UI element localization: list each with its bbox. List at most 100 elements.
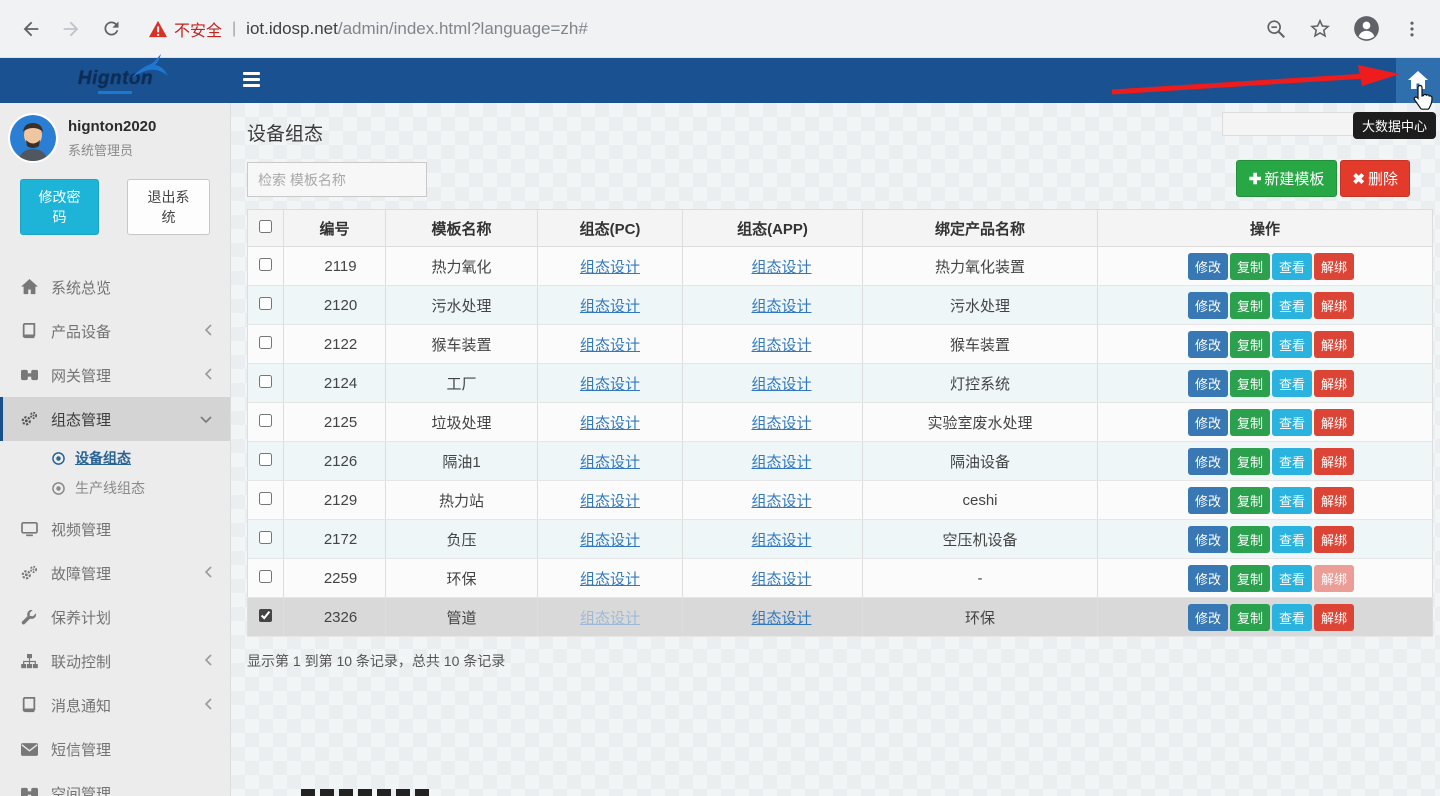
unbind-button[interactable]: 解绑 xyxy=(1314,292,1354,319)
sidebar-subitem-device-configuration[interactable]: 设备组态 xyxy=(0,443,230,473)
sidebar-item-maintenance-plan[interactable]: 保养计划 xyxy=(0,595,230,639)
row-checkbox[interactable] xyxy=(259,570,272,583)
sidebar-item-fault-management[interactable]: 故障管理 xyxy=(0,551,230,595)
edit-button[interactable]: 修改 xyxy=(1188,604,1228,631)
sidebar-item-gateway-management[interactable]: 网关管理 xyxy=(0,353,230,397)
view-button[interactable]: 查看 xyxy=(1272,448,1312,475)
pc-design-link[interactable]: 组态设计 xyxy=(580,571,640,588)
view-button[interactable]: 查看 xyxy=(1272,526,1312,553)
edit-button[interactable]: 修改 xyxy=(1188,526,1228,553)
copy-button[interactable]: 复制 xyxy=(1230,331,1270,358)
pc-design-link[interactable]: 组态设计 xyxy=(580,415,640,432)
app-design-link[interactable]: 组态设计 xyxy=(751,337,811,354)
reload-button[interactable] xyxy=(94,12,128,46)
unbind-button[interactable]: 解绑 xyxy=(1314,331,1354,358)
sidebar-item-sms-management[interactable]: 短信管理 xyxy=(0,727,230,771)
sidebar-item-space-management[interactable]: 空间管理 xyxy=(0,771,230,796)
profile-avatar-icon[interactable] xyxy=(1353,15,1380,42)
sidebar-item-system-overview[interactable]: 系统总览 xyxy=(0,265,230,309)
row-checkbox[interactable] xyxy=(259,492,272,505)
copy-button[interactable]: 复制 xyxy=(1230,565,1270,592)
copy-button[interactable]: 复制 xyxy=(1230,526,1270,553)
view-button[interactable]: 查看 xyxy=(1272,370,1312,397)
edit-button[interactable]: 修改 xyxy=(1188,448,1228,475)
app-design-link[interactable]: 组态设计 xyxy=(751,532,811,549)
pc-design-link[interactable]: 组态设计 xyxy=(580,259,640,276)
address-bar[interactable]: 不安全 | iot.idosp.net/admin/index.html?lan… xyxy=(148,17,1265,41)
sidebar-item-configuration-management[interactable]: 组态管理 xyxy=(0,397,230,441)
select-all-checkbox[interactable] xyxy=(259,220,272,233)
unbind-button[interactable]: 解绑 xyxy=(1314,526,1354,553)
zoom-out-icon[interactable] xyxy=(1265,18,1287,40)
unbind-button[interactable]: 解绑 xyxy=(1314,253,1354,280)
app-design-link[interactable]: 组态设计 xyxy=(751,493,811,510)
sidebar-toggle-icon[interactable] xyxy=(243,72,260,88)
sidebar-item-linkage-control[interactable]: 联动控制 xyxy=(0,639,230,683)
copy-button[interactable]: 复制 xyxy=(1230,409,1270,436)
edit-button[interactable]: 修改 xyxy=(1188,292,1228,319)
edit-button[interactable]: 修改 xyxy=(1188,331,1228,358)
pc-design-link[interactable]: 组态设计 xyxy=(580,376,640,393)
app-design-link[interactable]: 组态设计 xyxy=(751,454,811,471)
copy-button[interactable]: 复制 xyxy=(1230,370,1270,397)
edit-button[interactable]: 修改 xyxy=(1188,565,1228,592)
row-checkbox[interactable] xyxy=(259,414,272,427)
edit-button[interactable]: 修改 xyxy=(1188,370,1228,397)
pc-design-link[interactable]: 组态设计 xyxy=(580,298,640,315)
delete-button[interactable]: ✖删除 xyxy=(1340,160,1410,197)
view-button[interactable]: 查看 xyxy=(1272,604,1312,631)
app-design-link[interactable]: 组态设计 xyxy=(751,610,811,627)
app-design-link[interactable]: 组态设计 xyxy=(751,298,811,315)
row-checkbox[interactable] xyxy=(259,453,272,466)
unbind-button[interactable]: 解绑 xyxy=(1314,448,1354,475)
sidebar-item-video-management[interactable]: 视频管理 xyxy=(0,507,230,551)
copy-button[interactable]: 复制 xyxy=(1230,604,1270,631)
template-search-input[interactable] xyxy=(247,162,427,197)
change-password-button[interactable]: 修改密码 xyxy=(20,179,99,235)
view-button[interactable]: 查看 xyxy=(1272,565,1312,592)
edit-button[interactable]: 修改 xyxy=(1188,253,1228,280)
unbind-button[interactable]: 解绑 xyxy=(1314,565,1354,592)
edit-button[interactable]: 修改 xyxy=(1188,487,1228,514)
app-design-link[interactable]: 组态设计 xyxy=(751,415,811,432)
pc-design-link[interactable]: 组态设计 xyxy=(580,532,640,549)
app-design-link[interactable]: 组态设计 xyxy=(751,376,811,393)
pc-design-link[interactable]: 组态设计 xyxy=(580,610,640,627)
pc-design-link[interactable]: 组态设计 xyxy=(580,337,640,354)
new-template-button[interactable]: ✚新建模板 xyxy=(1236,160,1338,197)
view-button[interactable]: 查看 xyxy=(1272,331,1312,358)
unbind-button[interactable]: 解绑 xyxy=(1314,370,1354,397)
bookmark-star-icon[interactable] xyxy=(1309,18,1331,40)
cell-product: 灯控系统 xyxy=(863,364,1098,403)
browser-menu-icon[interactable] xyxy=(1402,18,1422,40)
sidebar-subitem-production-line-configuration[interactable]: 生产线组态 xyxy=(0,473,230,503)
unbind-button[interactable]: 解绑 xyxy=(1314,409,1354,436)
row-checkbox[interactable] xyxy=(259,609,272,622)
view-button[interactable]: 查看 xyxy=(1272,253,1312,280)
row-checkbox[interactable] xyxy=(259,336,272,349)
row-checkbox[interactable] xyxy=(259,531,272,544)
app-design-link[interactable]: 组态设计 xyxy=(751,571,811,588)
view-button[interactable]: 查看 xyxy=(1272,487,1312,514)
view-button[interactable]: 查看 xyxy=(1272,409,1312,436)
row-checkbox[interactable] xyxy=(259,297,272,310)
pc-design-link[interactable]: 组态设计 xyxy=(580,493,640,510)
unbind-button[interactable]: 解绑 xyxy=(1314,487,1354,514)
row-checkbox[interactable] xyxy=(259,375,272,388)
home-button[interactable] xyxy=(1396,58,1440,103)
copy-button[interactable]: 复制 xyxy=(1230,292,1270,319)
pc-design-link[interactable]: 组态设计 xyxy=(580,454,640,471)
forward-button[interactable] xyxy=(54,12,88,46)
sidebar-item-product-devices[interactable]: 产品设备 xyxy=(0,309,230,353)
edit-button[interactable]: 修改 xyxy=(1188,409,1228,436)
back-button[interactable] xyxy=(14,12,48,46)
copy-button[interactable]: 复制 xyxy=(1230,448,1270,475)
view-button[interactable]: 查看 xyxy=(1272,292,1312,319)
sidebar-item-message-notification[interactable]: 消息通知 xyxy=(0,683,230,727)
copy-button[interactable]: 复制 xyxy=(1230,487,1270,514)
unbind-button[interactable]: 解绑 xyxy=(1314,604,1354,631)
copy-button[interactable]: 复制 xyxy=(1230,253,1270,280)
app-design-link[interactable]: 组态设计 xyxy=(751,259,811,276)
row-checkbox[interactable] xyxy=(259,258,272,271)
logout-button[interactable]: 退出系统 xyxy=(127,179,210,235)
